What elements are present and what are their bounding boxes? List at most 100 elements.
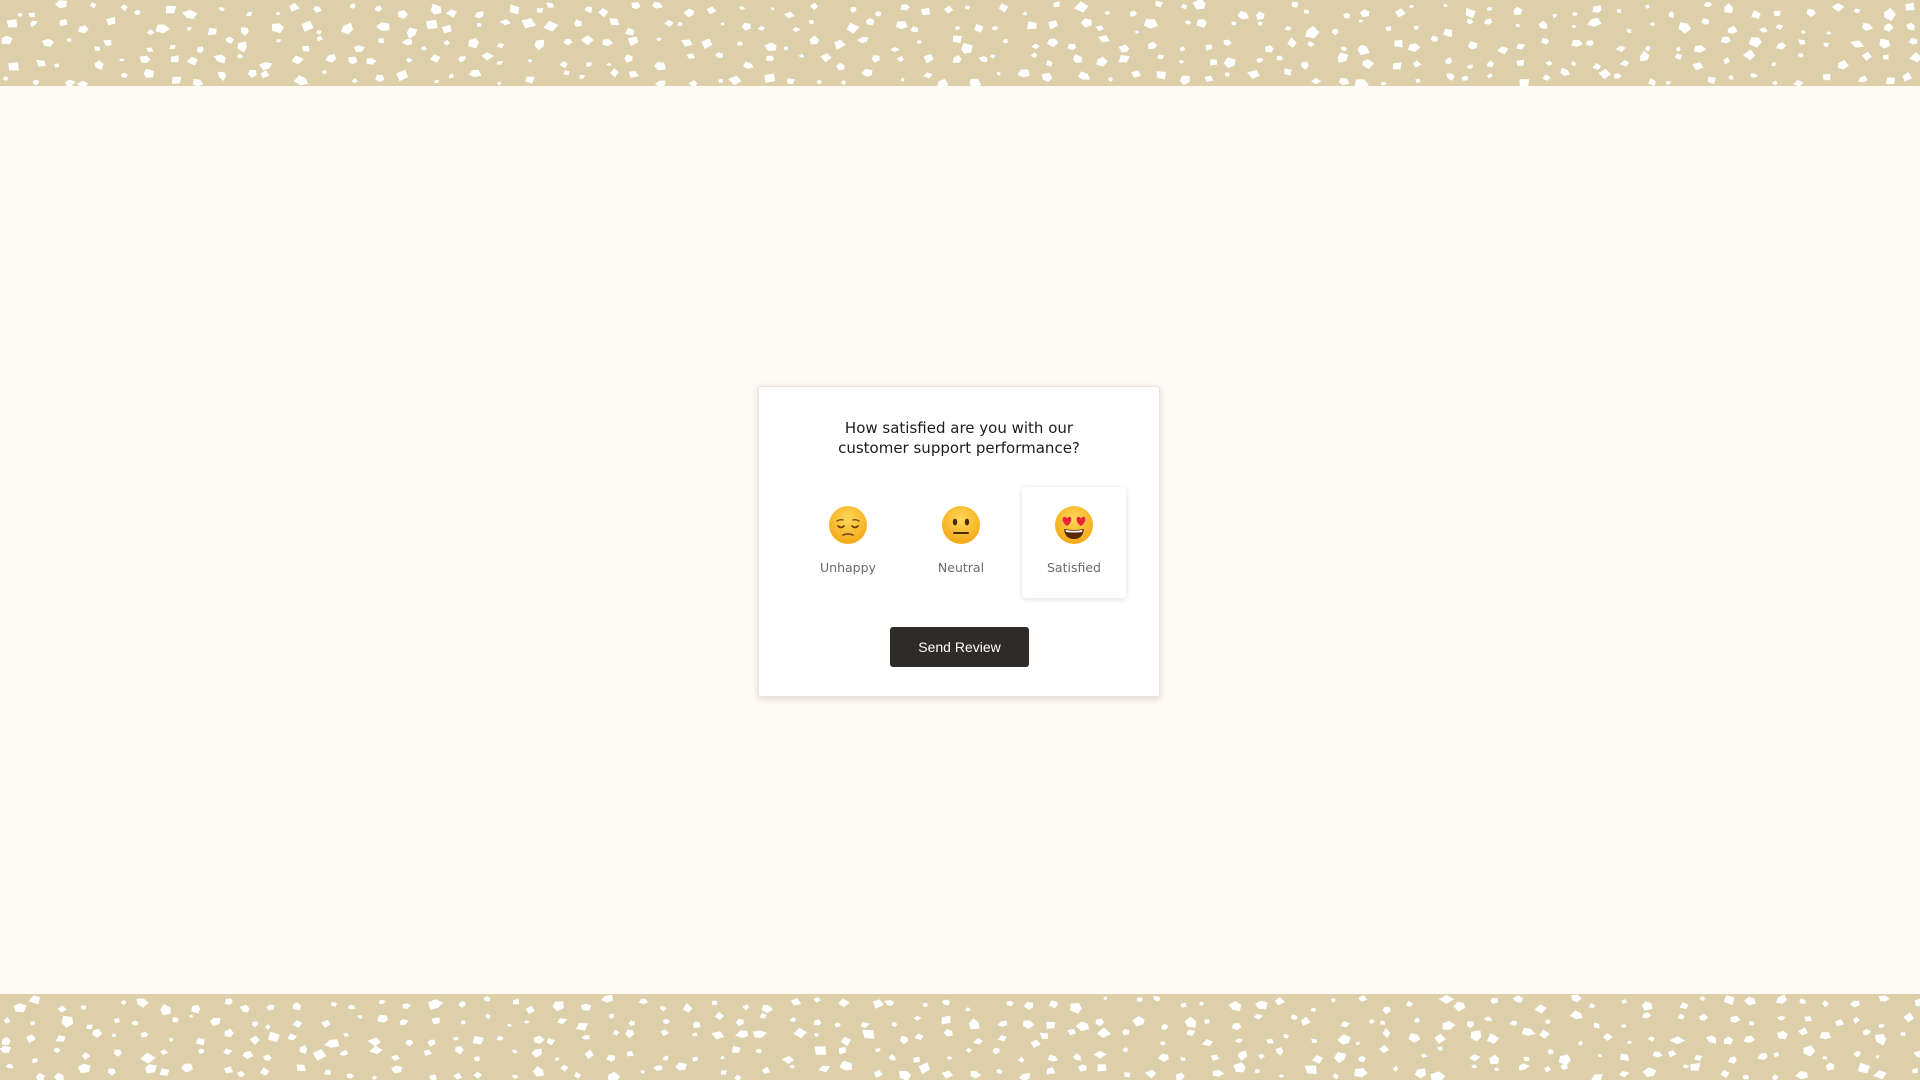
pattern-speckle <box>989 54 996 59</box>
pattern-speckle <box>1518 1063 1530 1071</box>
pattern-speckle <box>1489 1054 1500 1065</box>
rating-option-unhappy[interactable]: Unhappy <box>796 487 900 598</box>
send-review-button[interactable]: Send Review <box>890 627 1029 667</box>
pattern-speckle <box>1490 997 1498 1004</box>
pattern-speckle <box>952 55 962 63</box>
pattern-speckle <box>483 996 490 1002</box>
pattern-speckle <box>1255 1000 1268 1010</box>
pattern-speckle <box>26 1034 36 1044</box>
pattern-speckle <box>434 79 440 84</box>
pattern-speckle <box>1362 59 1375 70</box>
pattern-speckle <box>1641 1001 1653 1011</box>
pattern-speckle <box>316 35 323 42</box>
pattern-speckle <box>606 1054 615 1062</box>
pattern-speckle <box>563 70 570 76</box>
pattern-speckle <box>323 1069 331 1075</box>
pattern-speckle <box>1023 1020 1035 1029</box>
pattern-speckle <box>554 1057 560 1061</box>
pattern-speckle <box>1571 12 1578 16</box>
pattern-speckle <box>860 1021 870 1029</box>
pattern-speckle <box>789 1064 796 1069</box>
pattern-speckle <box>406 27 418 39</box>
pattern-speckle <box>1210 1054 1220 1061</box>
pattern-speckle <box>1072 54 1082 63</box>
pattern-speckle <box>1358 1055 1366 1063</box>
pattern-speckle <box>1521 1027 1536 1036</box>
pattern-speckle <box>423 1049 432 1056</box>
pattern-speckle <box>316 30 322 35</box>
pattern-speckle <box>1626 1040 1632 1044</box>
pattern-speckle <box>1547 1049 1554 1055</box>
pattern-speckle <box>57 1005 67 1013</box>
pattern-speckle <box>113 1017 121 1024</box>
rating-option-neutral[interactable]: Neutral <box>909 487 1013 598</box>
pattern-speckle <box>181 1063 193 1073</box>
pattern-speckle <box>923 72 933 79</box>
pattern-speckle <box>399 1019 409 1026</box>
pattern-speckle <box>1466 64 1473 70</box>
pattern-speckle <box>1018 1056 1025 1063</box>
pattern-speckle <box>1231 21 1237 26</box>
pattern-speckle <box>638 998 649 1005</box>
pattern-speckle <box>1727 1056 1737 1064</box>
pattern-speckle <box>534 39 545 51</box>
pattern-speckle <box>839 1060 853 1071</box>
pattern-speckle <box>1430 35 1438 42</box>
pattern-speckle <box>888 1054 896 1061</box>
pattern-speckle <box>55 1035 66 1042</box>
pattern-speckle <box>54 0 67 9</box>
pattern-speckle <box>143 68 154 78</box>
pattern-speckle <box>1147 41 1157 50</box>
pattern-speckle <box>1103 996 1108 1001</box>
pattern-speckle <box>731 1046 741 1053</box>
pattern-speckle <box>1301 61 1309 70</box>
pattern-speckle <box>443 39 451 46</box>
pattern-speckle <box>895 21 908 30</box>
pattern-speckle <box>1046 1021 1056 1029</box>
pattern-speckle <box>189 1014 193 1018</box>
pattern-speckle <box>473 1056 481 1062</box>
pattern-speckle <box>378 38 385 44</box>
pattern-speckle <box>296 1064 306 1072</box>
pattern-speckle <box>1759 27 1768 33</box>
pattern-speckle <box>964 5 971 10</box>
pattern-speckle <box>1291 1 1299 8</box>
pattern-speckle <box>1414 1017 1420 1023</box>
pattern-speckle <box>720 1070 727 1075</box>
pattern-speckle <box>170 55 179 63</box>
pattern-speckle <box>133 9 141 15</box>
pattern-speckle <box>1212 1069 1225 1077</box>
pattern-speckle <box>762 1066 771 1074</box>
rating-label-neutral: Neutral <box>937 560 985 575</box>
pattern-speckle <box>998 3 1009 13</box>
pattern-speckle <box>1700 18 1710 25</box>
pattern-speckle <box>496 43 505 49</box>
pattern-speckle <box>937 78 949 86</box>
pattern-speckle <box>1902 72 1913 82</box>
pattern-speckle <box>275 11 281 16</box>
pattern-speckle <box>601 994 613 1003</box>
pattern-speckle <box>351 78 358 84</box>
pattern-speckle <box>1692 62 1704 71</box>
pattern-speckle <box>1822 1056 1827 1060</box>
pattern-speckle <box>1652 1051 1663 1058</box>
pattern-speckle <box>1771 62 1776 67</box>
pattern-speckle <box>374 5 382 12</box>
pattern-speckle <box>1483 18 1493 25</box>
pattern-speckle <box>511 1049 518 1054</box>
pattern-speckle <box>974 23 984 33</box>
pattern-speckle <box>1496 46 1509 55</box>
pattern-speckle <box>248 70 257 78</box>
pattern-speckle <box>6 19 18 28</box>
pattern-speckle <box>1853 8 1861 14</box>
pattern-speckle <box>169 44 176 49</box>
pattern-speckle <box>575 1023 589 1031</box>
rating-option-satisfied[interactable]: Satisfied <box>1022 487 1126 598</box>
pattern-speckle <box>160 1004 171 1016</box>
pattern-speckle <box>1274 997 1286 1006</box>
pattern-speckle <box>1340 1021 1350 1028</box>
pattern-speckle <box>527 58 533 63</box>
pattern-speckle <box>1414 1068 1427 1079</box>
pattern-speckle <box>240 27 249 36</box>
pattern-speckle <box>1678 21 1692 34</box>
